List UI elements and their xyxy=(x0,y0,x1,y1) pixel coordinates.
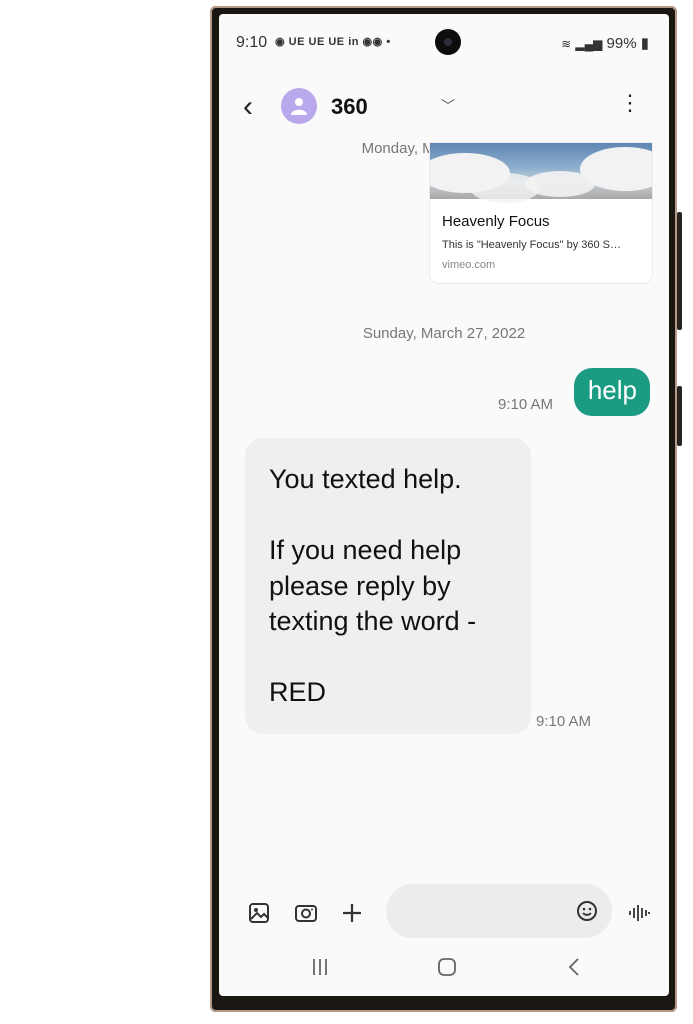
recent-apps-icon[interactable] xyxy=(311,958,329,976)
chevron-down-icon[interactable]: ﹀ xyxy=(441,96,455,116)
link-preview-card[interactable]: Heavenly Focus This is "Heavenly Focus" … xyxy=(429,142,653,284)
home-icon[interactable] xyxy=(437,958,457,976)
ue-icons: UE UE UE xyxy=(288,36,345,48)
received-time: 9:10 AM xyxy=(536,713,592,730)
voice-input-icon[interactable] xyxy=(627,902,651,924)
plus-icon[interactable] xyxy=(341,902,363,924)
power-button xyxy=(677,386,682,446)
signal-icon: ▂▄▆ xyxy=(575,37,603,51)
avatar[interactable] xyxy=(281,88,317,124)
screen: 9:10 ◉ UE UE UE in ◉◉ • ≋ ▂▄▆ 99% ▮ ‹ 36… xyxy=(219,14,669,996)
navigation-bar xyxy=(219,954,669,984)
message-composer xyxy=(219,884,669,940)
sent-time: 9:10 AM xyxy=(498,396,554,413)
message-input[interactable] xyxy=(386,884,612,938)
volume-button xyxy=(677,212,682,330)
more-options-icon[interactable]: ⋮ xyxy=(619,92,641,114)
preview-host: vimeo.com xyxy=(442,259,496,271)
eye-icon: ◉◉ xyxy=(362,36,383,48)
phone-frame: 9:10 ◉ UE UE UE in ◉◉ • ≋ ▂▄▆ 99% ▮ ‹ 36… xyxy=(210,6,682,1012)
preview-image xyxy=(430,143,652,203)
sent-message-bubble[interactable]: help xyxy=(573,368,650,416)
contact-name[interactable]: 360 xyxy=(331,94,368,120)
wifi-icon: ≋ xyxy=(561,37,572,51)
back-nav-icon[interactable] xyxy=(567,958,581,976)
emoji-icon[interactable] xyxy=(576,900,598,922)
status-bar: 9:10 ◉ UE UE UE in ◉◉ • ≋ ▂▄▆ 99% ▮ xyxy=(219,14,669,62)
preview-description: This is "Heavenly Focus" by 360 S… xyxy=(442,239,621,251)
conversation-header: ‹ 360 ﹀ ⋮ xyxy=(219,86,669,130)
camera-icon[interactable] xyxy=(294,902,318,924)
preview-title: Heavenly Focus xyxy=(442,213,550,230)
person-icon xyxy=(291,98,307,115)
received-message-text: You texted help. If you need help please… xyxy=(269,464,477,707)
received-message-bubble[interactable]: You texted help. If you need help please… xyxy=(245,438,531,734)
status-right: ≋ ▂▄▆ 99% ▮ xyxy=(561,34,649,52)
dot-icon: • xyxy=(386,36,391,48)
linkedin-icon: in xyxy=(348,36,359,48)
notification-icons: ◉ UE UE UE in ◉◉ • xyxy=(275,35,391,48)
battery-level: 99% xyxy=(606,35,637,52)
front-camera xyxy=(435,29,461,55)
gallery-icon[interactable] xyxy=(248,902,270,924)
messenger-icon: ◉ xyxy=(275,36,286,48)
date-divider: Sunday, March 27, 2022 xyxy=(362,325,526,342)
back-arrow-icon[interactable]: ‹ xyxy=(243,92,253,122)
battery-icon: ▮ xyxy=(640,35,649,52)
status-time: 9:10 xyxy=(236,34,268,51)
